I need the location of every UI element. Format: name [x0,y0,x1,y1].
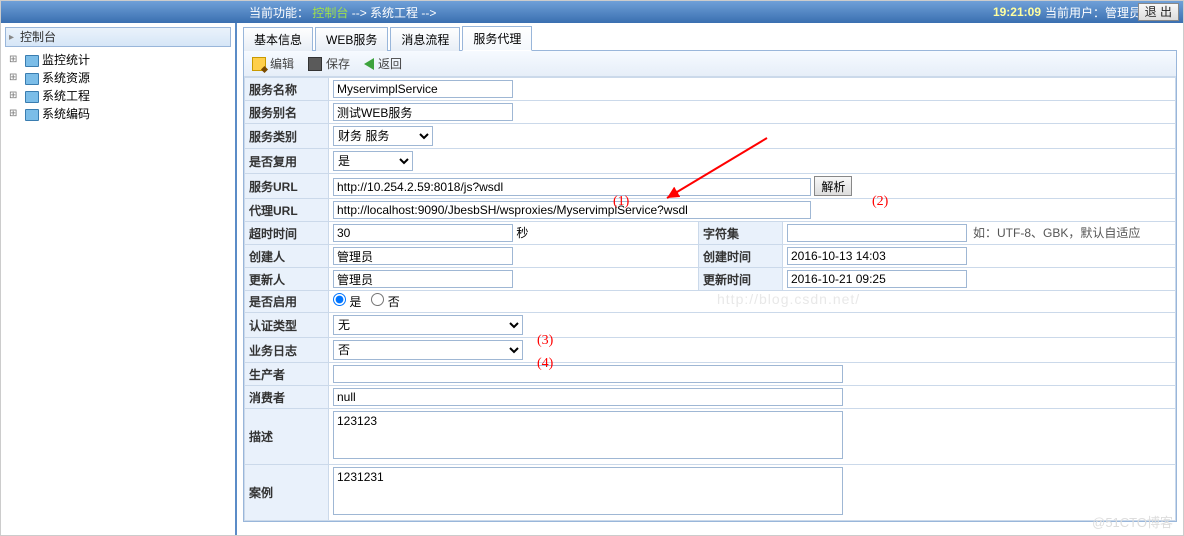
logout-button[interactable]: 退 出 [1138,3,1179,21]
label-producer: 生产者 [245,363,329,386]
input-service-url[interactable] [333,178,811,196]
label-updater: 更新人 [245,268,329,291]
input-consumer[interactable] [333,388,843,406]
input-charset[interactable] [787,224,967,242]
back-button[interactable]: 返回 [364,55,402,72]
label-biz-log: 业务日志 [245,338,329,363]
input-service-name[interactable] [333,80,513,98]
label-service-url: 服务URL [245,174,329,199]
input-create-time[interactable] [787,247,967,265]
label-create-time: 创建时间 [699,245,783,268]
label-charset: 字符集 [699,222,783,245]
sidebar-item-project[interactable]: 系统工程 [9,87,231,105]
top-bar: 当前功能： 控制台 --> 系统工程 --> 19:21:09 当前用户：管理员… [1,1,1183,23]
breadcrumb: 当前功能： 控制台 --> 系统工程 --> [249,4,436,21]
current-user: 当前用户：管理员 [1045,4,1141,21]
radio-enabled-no[interactable] [371,293,384,306]
folder-icon [25,109,39,121]
tab-basic[interactable]: 基本信息 [243,27,313,51]
disk-icon [308,57,322,71]
input-proxy-url[interactable] [333,201,811,219]
textarea-desc[interactable] [333,411,843,459]
crumb-prefix: 当前功能： [249,6,309,20]
label-creator: 创建人 [245,245,329,268]
radio-enabled-yes[interactable] [333,293,346,306]
label-service-name: 服务名称 [245,78,329,101]
label-proxy-url: 代理URL [245,199,329,222]
clock: 19:21:09 [993,5,1041,19]
input-service-alias[interactable] [333,103,513,121]
folder-icon [25,73,39,85]
input-updater[interactable] [333,270,513,288]
sidebar-item-monitor[interactable]: 监控统计 [9,51,231,69]
parse-button[interactable]: 解析 [814,176,852,196]
form-panel: 编辑 保存 返回 服务名称 服务别名 服务类别 财务 服务 [243,51,1177,522]
input-creator[interactable] [333,247,513,265]
sidebar-item-encode[interactable]: 系统编码 [9,105,231,123]
label-desc: 描述 [245,409,329,465]
sidebar-item-resource[interactable]: 系统资源 [9,69,231,87]
tab-proxy[interactable]: 服务代理 [462,26,532,51]
hint-charset: 如：UTF-8、GBK，默认自适应 [967,226,1140,240]
folder-icon [25,55,39,67]
input-update-time[interactable] [787,270,967,288]
save-button[interactable]: 保存 [308,55,350,72]
label-service-alias: 服务别名 [245,101,329,124]
arrow-left-icon [364,58,374,70]
tab-bar: 基本信息 WEB服务 消息流程 服务代理 [243,27,1177,51]
select-reuse[interactable]: 是 [333,151,413,171]
input-timeout[interactable] [333,224,513,242]
unit-seconds: 秒 [516,226,528,240]
toolbar: 编辑 保存 返回 [244,51,1176,77]
label-update-time: 更新时间 [699,268,783,291]
folder-icon [25,91,39,103]
radio-enabled-no-label[interactable]: 否 [371,295,399,309]
label-consumer: 消费者 [245,386,329,409]
content-area: 基本信息 WEB服务 消息流程 服务代理 编辑 保存 返回 服务名称 [237,23,1183,536]
select-biz-log[interactable]: 否 [333,340,523,360]
tab-web[interactable]: WEB服务 [315,27,388,51]
label-example: 案例 [245,465,329,521]
crumb-link-console[interactable]: 控制台 [312,6,348,20]
label-auth-type: 认证类型 [245,313,329,338]
crumb-rest: --> 系统工程 --> [352,6,437,20]
label-reuse: 是否复用 [245,149,329,174]
tab-message[interactable]: 消息流程 [390,27,460,51]
sidebar: 控制台 监控统计 系统资源 系统工程 系统编码 [1,23,237,536]
label-enabled: 是否启用 [245,291,329,313]
radio-enabled-yes-label[interactable]: 是 [333,295,361,309]
textarea-example[interactable] [333,467,843,515]
edit-button[interactable]: 编辑 [252,55,294,72]
tree-root[interactable]: 控制台 [5,27,231,47]
label-timeout: 超时时间 [245,222,329,245]
app-brand: ESB管理控制台 [1,0,237,1]
input-producer[interactable] [333,365,843,383]
select-auth-type[interactable]: 无 [333,315,523,335]
select-service-type[interactable]: 财务 服务 [333,126,433,146]
label-service-type: 服务类别 [245,124,329,149]
pencil-icon [252,57,266,71]
